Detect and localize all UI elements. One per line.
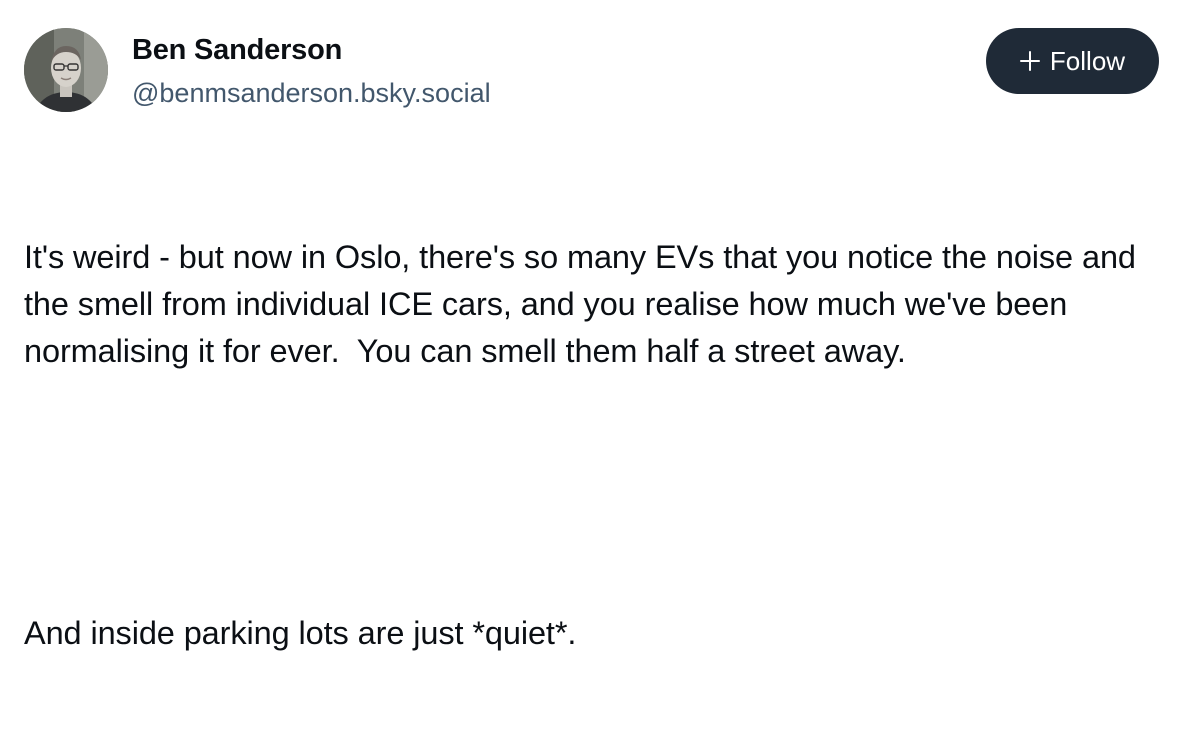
follow-button[interactable]: Follow — [986, 28, 1159, 94]
post-paragraph-2: And inside parking lots are just *quiet*… — [24, 615, 577, 651]
post-paragraph-1: It's weird - but now in Oslo, there's so… — [24, 239, 1145, 369]
plus-icon — [1019, 51, 1040, 71]
author-avatar[interactable] — [24, 28, 108, 112]
author-handle[interactable]: @benmsanderson.bsky.social — [132, 74, 491, 112]
follow-button-label: Follow — [1049, 46, 1126, 76]
author-display-name[interactable]: Ben Sanderson — [132, 30, 491, 70]
avatar-photo-icon — [24, 28, 108, 112]
author-info: Ben Sanderson @benmsanderson.bsky.social — [132, 30, 491, 112]
post-text: It's weird - but now in Oslo, there's so… — [24, 140, 1144, 751]
post-card: Ben Sanderson @benmsanderson.bsky.social… — [0, 0, 1182, 651]
